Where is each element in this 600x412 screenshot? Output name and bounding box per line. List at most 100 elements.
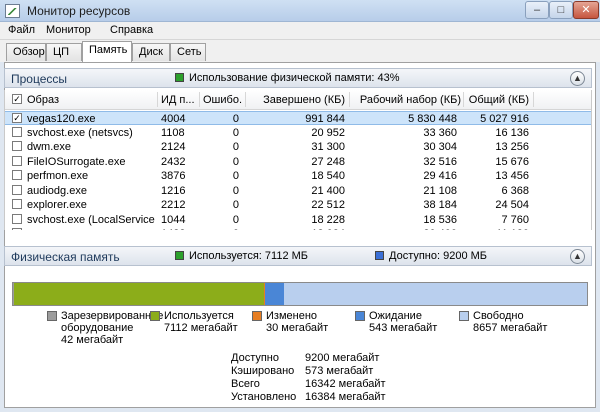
title-bar: Монитор ресурсов – □ ✕ [0,0,600,22]
cell-faults: 0 [232,199,239,211]
table-row[interactable]: svchost.exe (LocalServiceNet... 1044 0 18 2… [5,213,591,227]
cell-commit: 18 228 [311,213,345,226]
row-checkbox[interactable] [12,228,22,230]
legend-modified-label: Изменено [266,310,318,322]
cell-working-set: 32 516 [423,155,457,168]
cell-faults: 0 [232,155,239,168]
legend-reserved-label: Зарезервированное оборудование [61,310,164,334]
physical-memory-bar [12,282,588,306]
stat-total-value: 16342 мегабайт [305,378,386,390]
cell-shared: 13 456 [495,170,529,182]
row-checkbox[interactable] [12,170,22,180]
col-image[interactable]: Образ [27,94,155,106]
cell-pid: 1044 [161,213,186,226]
cell-shared: 13 256 [495,141,529,153]
cell-pid: 1216 [161,184,186,197]
cell-commit: 991 844 [305,113,345,125]
cell-image: FileIOSurrogate.exe [27,155,126,168]
select-all-checkbox[interactable]: ✓ [12,94,22,104]
cell-faults: 0 [232,184,239,197]
legend-standby-value: 543 мегабайт [369,322,438,334]
tab-overview[interactable]: Обзор [6,43,46,61]
stat-installed-label: Установлено [231,391,297,403]
tab-memory[interactable]: Память [82,41,132,62]
bar-segment-standby [264,283,284,305]
cell-image: dwm.exe [27,141,72,153]
collapse-physical-memory-button[interactable]: ▲ [570,249,585,264]
table-row[interactable]: ✓ vegas120.exe 4004 0 991 844 5 830 448 5 027 … [5,111,591,125]
cell-commit: 18 540 [311,170,345,182]
legend-standby-label: Ожидание [369,310,422,322]
table-row[interactable]: explorer.exe 2212 0 22 512 38 184 24 504 [5,198,591,212]
cell-pid: 2212 [161,199,186,211]
memory-usage-text: Использование физической памяти: 43% [189,72,400,84]
cell-working-set: 21 108 [423,184,457,197]
used-memory-text: Используется: 7112 МБ [189,250,309,262]
col-working-set[interactable]: Рабочий набор (КБ) [353,94,461,106]
cell-pid: 4004 [161,113,186,125]
col-pid[interactable]: ИД п... [161,94,197,106]
legend-free-value: 8657 мегабайт [473,322,548,334]
tab-cpu[interactable]: ЦП [46,43,82,61]
cell-image: audiodg.exe [27,184,87,197]
minimize-button[interactable]: – [525,1,549,19]
stat-total-label: Всего [231,378,260,390]
used-legend-square [175,251,184,260]
close-button[interactable]: ✕ [573,1,599,19]
col-faults[interactable]: Ошибо... [203,94,243,106]
available-legend-square [375,251,384,260]
cell-pid: 2432 [161,155,186,168]
processes-header[interactable]: Процессы Использование физической памяти… [4,68,592,88]
table-row[interactable]: audiodg.exe 1216 0 21 400 21 108 6 368 [5,184,591,198]
legend-reserved-square [47,311,57,321]
row-checkbox[interactable] [12,126,22,137]
row-checkbox[interactable] [12,141,22,151]
cell-working-set: 29 416 [423,170,457,182]
tab-network[interactable]: Сеть [170,43,206,61]
bar-segment-free [283,283,587,305]
table-row[interactable]: svchost.exe (netsvcs) 1108 0 20 952 33 360 16… [5,126,591,140]
cell-working-set: 5 830 448 [408,113,457,125]
cell-image: explorer.exe [27,199,87,211]
cell-pid: 1108 [161,126,185,139]
col-shared[interactable]: Общий (КБ) [467,94,529,106]
col-commit[interactable]: Завершено (КБ) [249,94,345,106]
cell-shared: 5 027 916 [480,113,529,125]
row-checkbox[interactable] [12,184,22,195]
row-checkbox[interactable] [12,213,22,224]
row-checkbox[interactable]: ✓ [12,113,22,123]
cell-working-set: 20 400 [353,228,457,230]
table-row[interactable]: ... 1488 0 18 024 20 400 11 120 [5,227,591,230]
cell-working-set: 33 360 [423,126,457,139]
physical-memory-header[interactable]: Физическая память Используется: 7112 МБ … [4,246,592,266]
cell-shared: 24 504 [495,199,529,211]
menu-help[interactable]: Справка [110,24,153,36]
legend-free-label: Свободно [473,310,524,322]
cell-commit: 31 300 [311,141,345,153]
tab-disk[interactable]: Диск [132,43,170,61]
stat-installed-value: 16384 мегабайт [305,391,386,403]
row-checkbox[interactable] [12,199,22,209]
cell-working-set: 18 536 [423,213,457,226]
table-row[interactable]: perfmon.exe 3876 0 18 540 29 416 13 456 [5,169,591,183]
cell-commit: 27 248 [311,155,345,168]
table-row[interactable]: dwm.exe 2124 0 31 300 30 304 13 256 [5,140,591,154]
legend-used-label: Используется [164,310,234,322]
maximize-button[interactable]: □ [549,1,573,19]
menu-monitor[interactable]: Монитор [46,24,91,36]
table-row[interactable]: FileIOSurrogate.exe 2432 0 27 248 32 516 15 6… [5,155,591,169]
cell-faults: 0 [232,213,239,226]
row-checkbox[interactable] [12,155,22,166]
collapse-processes-button[interactable]: ▲ [570,71,585,86]
cell-image: svchost.exe (LocalServiceNet... [27,213,155,226]
cell-shared: 6 368 [501,184,529,197]
cell-working-set: 38 184 [423,199,457,211]
process-table: ✓ Образ ИД п... Ошибо... Завершено (КБ) … [4,90,592,230]
cell-faults: 0 [232,170,239,182]
cell-shared: 16 136 [495,126,529,139]
cell-faults: 0 [232,141,239,153]
menu-file[interactable]: Файл [8,24,35,36]
physical-memory-title: Физическая память [11,250,120,264]
cell-shared: 15 676 [495,155,529,168]
cell-image: vegas120.exe [27,113,96,125]
